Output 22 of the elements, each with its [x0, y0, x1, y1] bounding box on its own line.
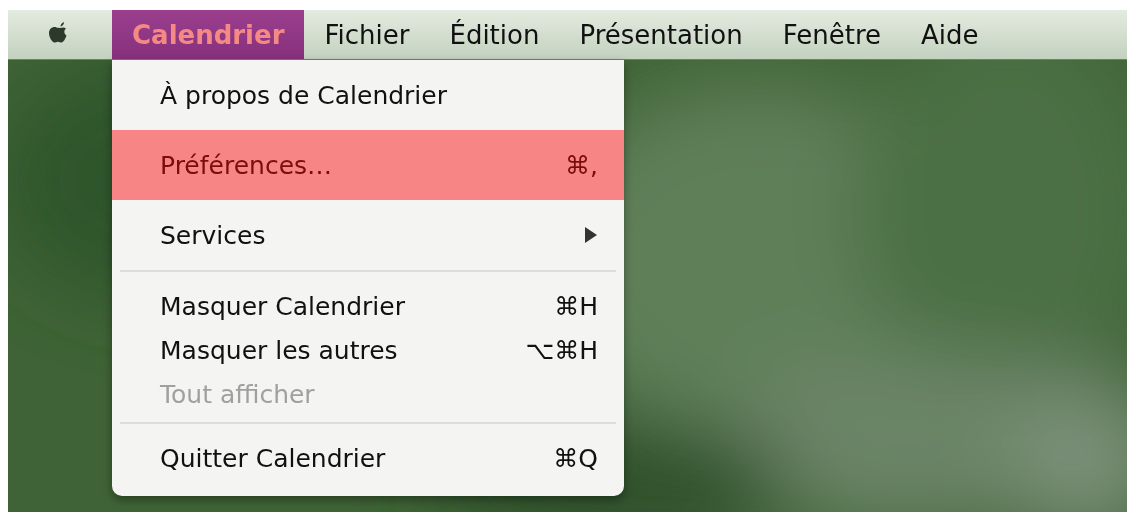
- menu-item[interactable]: Masquer les autres ⌥⌘H: [112, 328, 624, 372]
- menu-item[interactable]: À propos de Calendrier: [112, 60, 624, 130]
- menu-item[interactable]: Préférences… ⌘,: [112, 130, 624, 200]
- menu-item-label: Services: [160, 220, 266, 250]
- menu-bar-item[interactable]: Édition: [429, 10, 560, 59]
- menu-item[interactable]: Quitter Calendrier ⌘Q: [112, 436, 624, 480]
- menu-bar-item[interactable]: Présentation: [559, 10, 763, 59]
- keyboard-shortcut: ⌘,: [565, 150, 598, 180]
- keyboard-shortcut: ⌥⌘H: [525, 335, 598, 365]
- menu-bar-item[interactable]: Fichier: [304, 10, 430, 59]
- menu-bar-item[interactable]: Fenêtre: [762, 10, 902, 59]
- menu-bar-item[interactable]: Aide: [901, 10, 999, 59]
- menu-item-label: Masquer les autres: [160, 335, 398, 365]
- menu-item-label: Masquer Calendrier: [160, 291, 405, 321]
- menu-item-label: À propos de Calendrier: [160, 80, 447, 110]
- keyboard-shortcut: ⌘Q: [553, 443, 598, 473]
- menu-item-label: Quitter Calendrier: [160, 443, 386, 473]
- menu-item-label: Tout afficher: [160, 379, 315, 409]
- menu-item[interactable]: Masquer Calendrier ⌘H: [112, 284, 624, 328]
- menu-item[interactable]: Services: [112, 200, 624, 270]
- keyboard-shortcut: ⌘H: [554, 291, 598, 321]
- menu-item-label: Préférences…: [160, 150, 333, 180]
